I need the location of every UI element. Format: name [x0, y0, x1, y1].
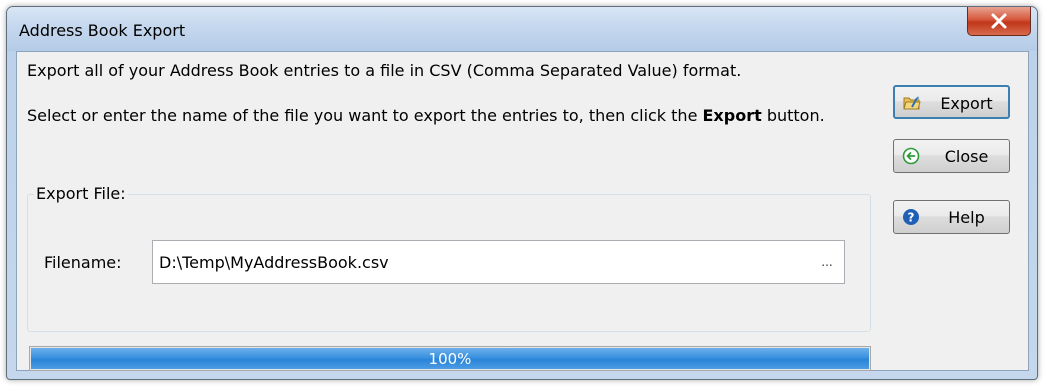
- back-arrow-icon: [902, 147, 920, 165]
- title-bar[interactable]: Address Book Export: [7, 7, 1037, 51]
- dialog-content: Export all of your Address Book entries …: [16, 51, 1029, 371]
- filename-input[interactable]: [159, 241, 799, 283]
- export-button[interactable]: Export: [893, 85, 1010, 119]
- browse-ellipsis-button[interactable]: ...: [816, 253, 838, 271]
- filename-field[interactable]: ...: [152, 240, 845, 284]
- export-button-label: Export: [940, 94, 993, 113]
- help-question-icon: ?: [903, 209, 919, 225]
- export-folder-icon: [903, 96, 921, 110]
- svg-text:?: ?: [908, 211, 915, 225]
- address-book-export-window: Address Book Export Export all of your A…: [6, 6, 1038, 380]
- filename-label: Filename:: [44, 253, 122, 272]
- window-close-button[interactable]: [967, 7, 1031, 36]
- export-file-group: Export File: Filename: ...: [27, 184, 871, 332]
- close-button-label: Close: [944, 147, 989, 166]
- instruction-text-start: Select or enter the name of the file you…: [27, 106, 703, 125]
- progress-text: 100%: [428, 350, 472, 368]
- close-x-icon: [991, 13, 1007, 29]
- close-button[interactable]: Close: [893, 139, 1010, 173]
- window-title: Address Book Export: [19, 21, 186, 40]
- intro-text: Export all of your Address Book entries …: [27, 61, 742, 80]
- export-progress-bar: 100%: [29, 346, 871, 371]
- help-button[interactable]: ? Help: [893, 200, 1010, 234]
- help-button-label: Help: [948, 208, 985, 227]
- instruction-text-end: button.: [761, 106, 825, 125]
- instruction-text-bold: Export: [702, 106, 762, 125]
- export-file-group-label: Export File:: [34, 184, 128, 203]
- instruction-text: Select or enter the name of the file you…: [27, 104, 847, 127]
